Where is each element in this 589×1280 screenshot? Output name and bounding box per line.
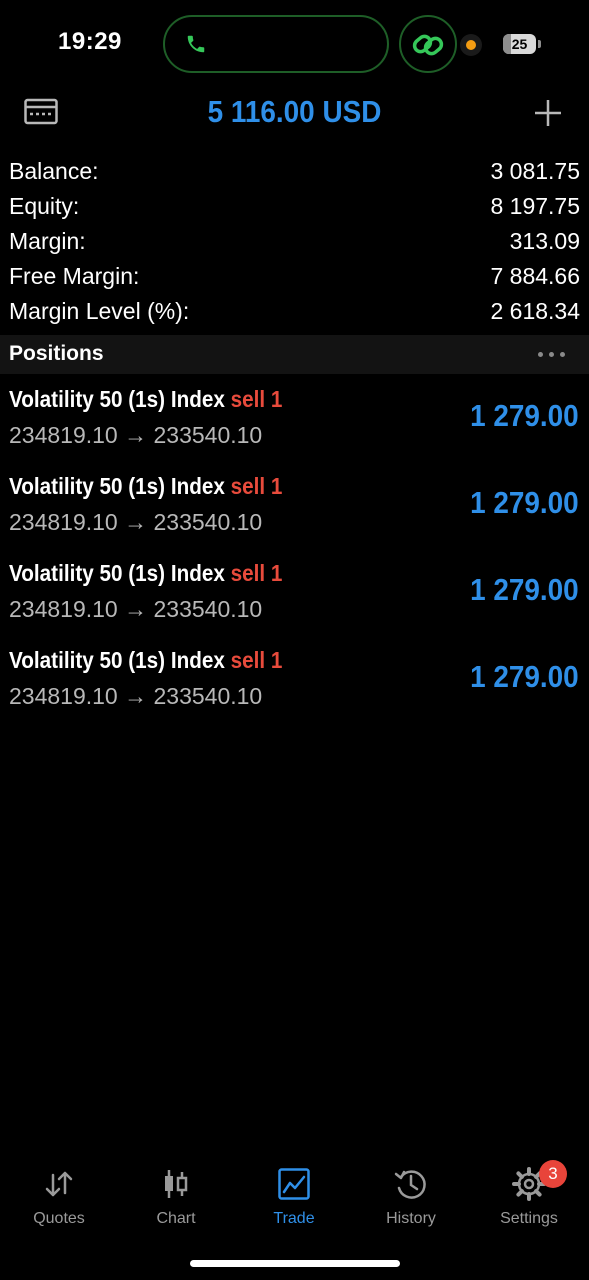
position-symbol: Volatility 50 (1s) Index sell 1 [9, 386, 282, 413]
battery-level-text: 25 [511, 36, 528, 52]
summary-row-margin: Margin: 313.09 [9, 224, 580, 259]
account-equity-title: 5 116.00 USD [207, 94, 382, 129]
account-summary: Balance: 3 081.75 Equity: 8 197.75 Margi… [9, 154, 580, 329]
position-prices: 234819.10 → 233540.10 [9, 683, 263, 709]
position-symbol: Volatility 50 (1s) Index sell 1 [9, 473, 282, 500]
summary-row-margin-level: Margin Level (%): 2 618.34 [9, 294, 580, 329]
trade-chart-icon [235, 1164, 353, 1204]
home-indicator[interactable] [190, 1260, 400, 1267]
position-row[interactable]: Volatility 50 (1s) Index sell 1 234819.1… [0, 560, 589, 647]
position-row[interactable]: Volatility 50 (1s) Index sell 1 234819.1… [0, 386, 589, 473]
summary-label: Margin Level (%): [9, 298, 190, 324]
position-profit: 1 279.00 [470, 485, 579, 520]
position-row[interactable]: Volatility 50 (1s) Index sell 1 234819.1… [0, 473, 589, 560]
tab-trade[interactable]: Trade [235, 1164, 353, 1228]
summary-label: Equity: [9, 193, 80, 219]
phone-icon [187, 35, 205, 53]
summary-row-balance: Balance: 3 081.75 [9, 154, 580, 189]
summary-value: 313.09 [509, 228, 580, 254]
position-symbol: Volatility 50 (1s) Index sell 1 [9, 560, 282, 587]
tab-label: Chart [156, 1210, 196, 1227]
position-side: sell 1 [230, 647, 283, 673]
battery-fill [503, 34, 512, 54]
positions-section-header: Positions [0, 335, 589, 374]
plus-icon[interactable] [533, 98, 563, 133]
tab-quotes[interactable]: Quotes [0, 1164, 118, 1228]
position-prices: 234819.10 → 233540.10 [9, 509, 263, 535]
tab-label: Settings [500, 1210, 558, 1227]
summary-value: 7 884.66 [490, 263, 580, 289]
position-prices: 234819.10 → 233540.10 [9, 422, 263, 448]
summary-label: Balance: [9, 158, 99, 184]
position-symbol-name: Volatility 50 (1s) Index [9, 386, 225, 412]
link-indicator[interactable] [399, 15, 457, 73]
tab-history[interactable]: History [352, 1164, 470, 1228]
tab-settings[interactable]: Settings [470, 1164, 588, 1228]
tab-label: Quotes [33, 1210, 85, 1227]
mic-indicator-icon [460, 34, 482, 56]
tab-chart[interactable]: Chart [117, 1164, 235, 1228]
summary-row-equity: Equity: 8 197.75 [9, 189, 580, 224]
quotes-arrows-icon [0, 1164, 118, 1204]
position-symbol-name: Volatility 50 (1s) Index [9, 647, 225, 673]
position-profit: 1 279.00 [470, 659, 579, 694]
position-side: sell 1 [230, 386, 283, 412]
summary-label: Free Margin: [9, 263, 140, 289]
positions-title: Positions [9, 342, 104, 365]
status-time: 19:29 [58, 28, 122, 55]
summary-label: Margin: [9, 228, 86, 254]
summary-row-free-margin: Free Margin: 7 884.66 [9, 259, 580, 294]
summary-value: 2 618.34 [490, 298, 580, 324]
history-clock-icon [352, 1164, 470, 1204]
position-profit: 1 279.00 [470, 572, 579, 607]
link-icon [412, 34, 444, 56]
more-options-icon[interactable] [538, 352, 565, 357]
position-symbol: Volatility 50 (1s) Index sell 1 [9, 647, 282, 674]
position-symbol-name: Volatility 50 (1s) Index [9, 473, 225, 499]
position-side: sell 1 [230, 560, 283, 586]
position-symbol-name: Volatility 50 (1s) Index [9, 560, 225, 586]
summary-value: 8 197.75 [490, 193, 580, 219]
tab-label: History [386, 1210, 436, 1227]
position-side: sell 1 [230, 473, 283, 499]
battery-icon: 25 [503, 34, 536, 54]
tab-label: Trade [273, 1210, 315, 1227]
position-prices: 234819.10 → 233540.10 [9, 596, 263, 622]
battery-cap [538, 40, 541, 48]
call-indicator[interactable] [163, 15, 389, 73]
candlestick-icon [117, 1164, 235, 1204]
summary-value: 3 081.75 [490, 158, 580, 184]
settings-badge: 3 [539, 1160, 567, 1188]
position-row[interactable]: Volatility 50 (1s) Index sell 1 234819.1… [0, 647, 589, 734]
gear-icon [470, 1164, 588, 1204]
position-profit: 1 279.00 [470, 398, 579, 433]
